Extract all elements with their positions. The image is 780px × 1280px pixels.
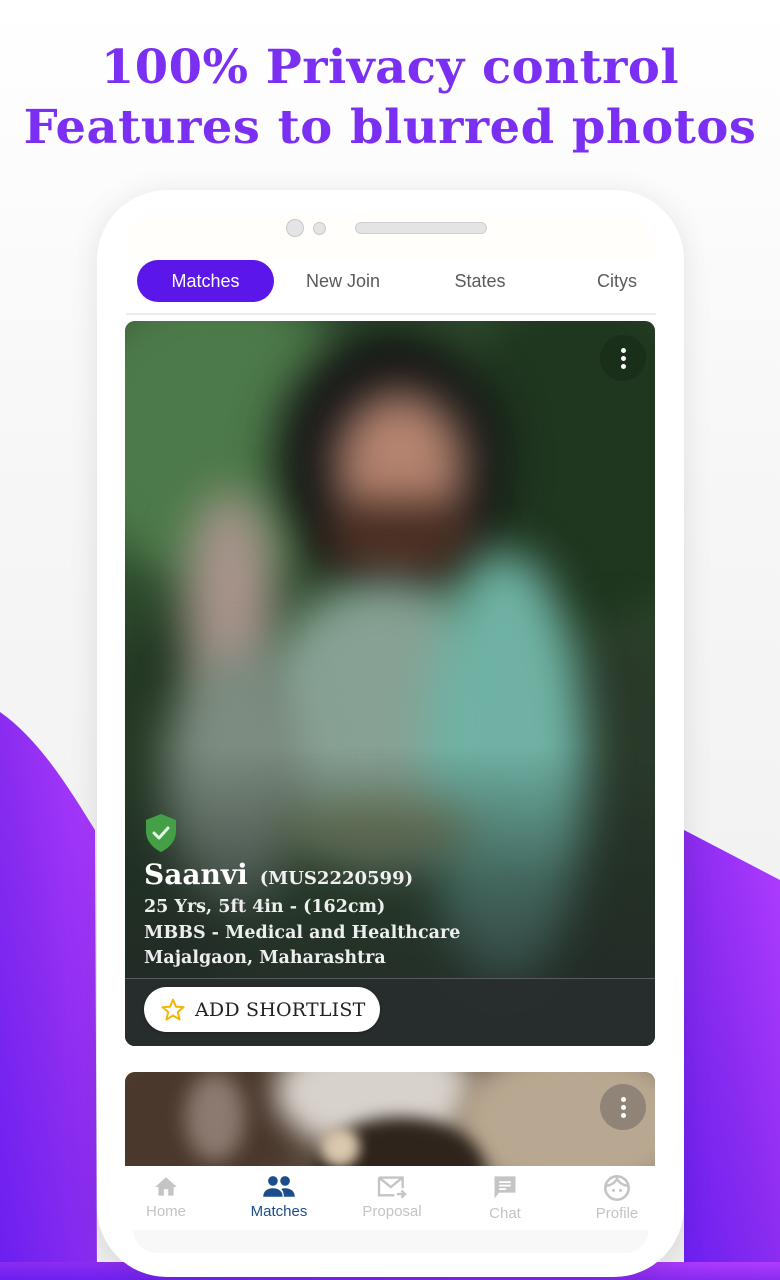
tab-new-join[interactable]: New Join [283, 260, 403, 302]
face-icon [604, 1175, 630, 1201]
profile-id: (MUS2220599) [259, 868, 414, 889]
tabs-divider [126, 313, 656, 315]
nav-chat[interactable]: Chat [455, 1174, 555, 1222]
nav-proposal-label: Proposal [362, 1203, 422, 1220]
headline-line-1: 100% Privacy control [100, 40, 680, 95]
more-options-button[interactable] [600, 335, 646, 381]
tab-matches[interactable]: Matches [137, 260, 274, 302]
phone-speaker [355, 222, 487, 234]
more-options-button-2[interactable] [600, 1084, 646, 1130]
add-shortlist-button[interactable]: ADD SHORTLIST [144, 987, 380, 1032]
profile-age-height: 25 Yrs, 5ft 4in - (162cm) [144, 897, 386, 917]
nav-profile[interactable]: Profile [567, 1174, 667, 1222]
more-vertical-icon [620, 347, 626, 353]
profile-education: MBBS - Medical and Healthcare [144, 923, 461, 943]
headline: 100% Privacy control Features to blurred… [0, 38, 780, 158]
front-camera-icon [286, 219, 304, 237]
tab-states[interactable]: States [422, 260, 538, 302]
people-icon [263, 1176, 295, 1197]
headline-line-2: Features to blurred photos [23, 100, 757, 155]
tab-citys[interactable]: Citys [558, 260, 676, 302]
nav-chat-label: Chat [489, 1205, 521, 1222]
home-icon [155, 1177, 177, 1196]
phone-notch [127, 212, 654, 260]
home-indicator-area [133, 1229, 649, 1253]
profile-name: Saanvi [144, 858, 248, 891]
bottom-navigation: Home Matches Proposal Chat Profile [110, 1166, 672, 1230]
sensor-icon [313, 222, 326, 235]
profile-name-line: Saanvi (MUS2220599) [144, 858, 413, 891]
top-tabs: Matches New Join States Citys [126, 258, 656, 306]
profile-card-2[interactable] [125, 1072, 655, 1166]
verified-shield-icon [146, 814, 176, 852]
nav-profile-label: Profile [595, 1205, 639, 1222]
nav-matches[interactable]: Matches [229, 1174, 329, 1220]
nav-home[interactable]: Home [116, 1174, 216, 1220]
more-vertical-icon [620, 1096, 626, 1102]
nav-matches-label: Matches [250, 1203, 308, 1220]
add-shortlist-label: ADD SHORTLIST [195, 998, 366, 1021]
nav-proposal[interactable]: Proposal [342, 1174, 442, 1220]
mail-forward-icon [377, 1176, 407, 1199]
nav-home-label: Home [145, 1203, 186, 1220]
star-outline-icon [161, 998, 185, 1021]
chat-icon [494, 1176, 516, 1199]
profile-location: Majalgaon, Maharashtra [144, 948, 386, 968]
